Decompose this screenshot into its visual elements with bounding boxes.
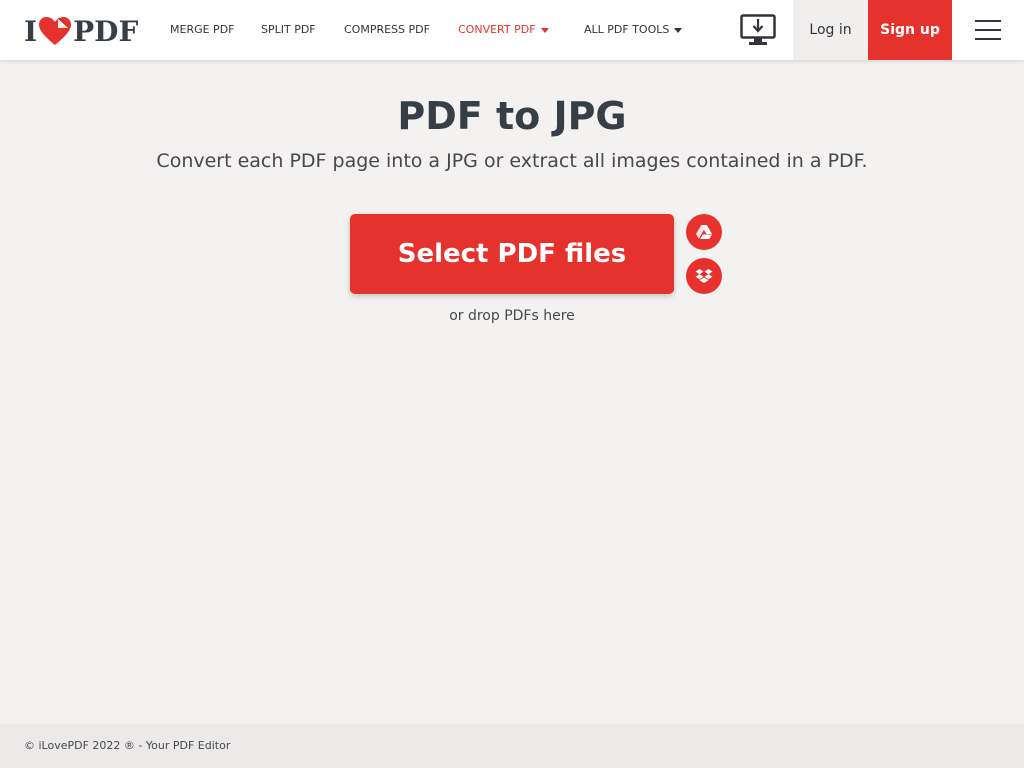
desktop-download-icon[interactable] [740,14,776,46]
nav-label: MERGE PDF [170,23,235,36]
top-header: I PDF MERGE PDF SPLIT PDF COMPRESS PDF C… [0,0,1024,60]
logo-letters-pdf: PDF [73,14,139,48]
nav-all-pdf-tools[interactable]: ALL PDF TOOLS [584,0,683,60]
caret-down-icon [540,27,549,33]
ilovepdf-logo[interactable]: I PDF [24,14,139,48]
nav-merge-pdf[interactable]: MERGE PDF [170,0,235,60]
hamburger-menu-icon[interactable] [975,20,1001,40]
caret-down-icon [674,27,683,33]
google-drive-icon [696,225,712,239]
signup-button[interactable]: Sign up [868,0,952,60]
page-subtitle: Convert each PDF page into a JPG or extr… [156,150,868,172]
logo-letter-i: I [24,14,38,48]
nav-label: SPLIT PDF [261,23,316,36]
footer-copyright: © iLovePDF 2022 ® - Your PDF Editor [24,739,231,752]
google-drive-button[interactable] [686,214,722,250]
dropbox-button[interactable] [686,258,722,294]
login-button[interactable]: Log in [793,0,868,60]
dropbox-icon [695,269,713,283]
nav-split-pdf[interactable]: SPLIT PDF [261,0,316,60]
nav-label: ALL PDF TOOLS [584,23,670,36]
nav-compress-pdf[interactable]: COMPRESS PDF [344,0,430,60]
nav-label: COMPRESS PDF [344,23,430,36]
nav-label: CONVERT PDF [458,23,536,36]
page-footer: © iLovePDF 2022 ® - Your PDF Editor [0,724,1024,768]
select-pdf-files-button[interactable]: Select PDF files [350,214,674,294]
nav-convert-pdf[interactable]: CONVERT PDF [458,0,549,60]
heart-icon [39,17,72,45]
page-title: PDF to JPG [397,94,627,138]
drop-hint-text: or drop PDFs here [449,308,575,324]
